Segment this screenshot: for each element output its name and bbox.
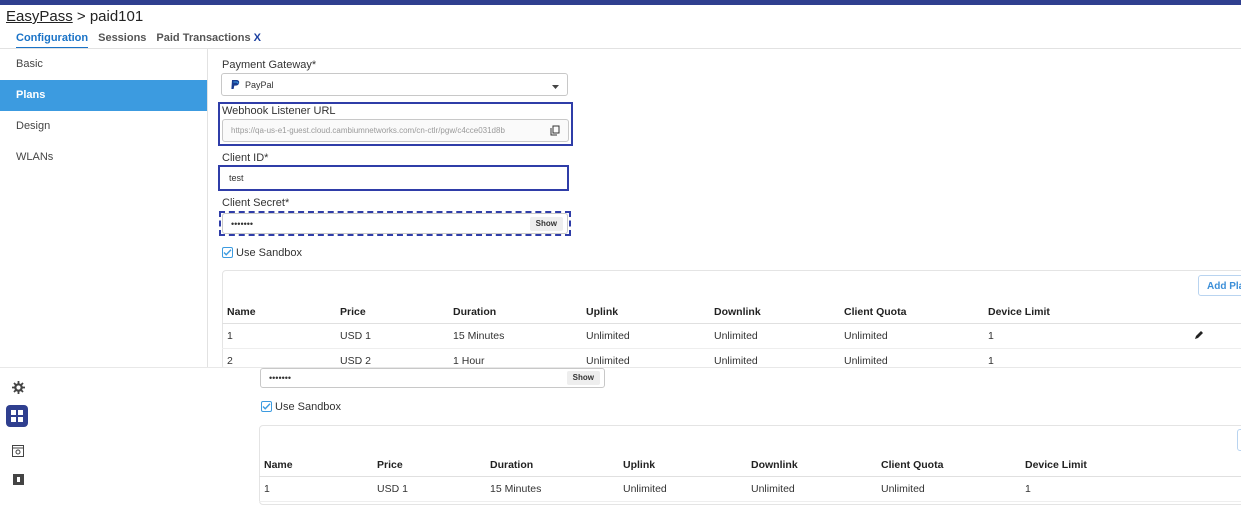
cell-downlink: Unlimited — [709, 323, 839, 349]
sidebar-item-design[interactable]: Design — [0, 111, 207, 142]
table-row: 1 USD 1 15 Minutes Unlimited Unlimited U… — [222, 323, 1241, 349]
use-sandbox-checkbox[interactable]: Use Sandbox — [222, 244, 302, 262]
breadcrumb-current: paid101 — [89, 8, 144, 25]
top-bar — [0, 0, 1241, 5]
checkbox-check-icon — [261, 401, 272, 413]
webhook-url-field[interactable]: https://qa-us-e1-guest.cloud.cambiumnetw… — [222, 119, 569, 142]
show-secret-button[interactable]: Show — [529, 217, 563, 231]
tab-sessions[interactable]: Sessions — [98, 32, 146, 49]
breadcrumb-separator: > — [72, 8, 90, 25]
webhook-url-label: Webhook Listener URL — [222, 105, 336, 117]
col-downlink: Downlink — [709, 301, 839, 324]
edit-icon[interactable] — [1194, 330, 1204, 343]
cell-actions — [1123, 323, 1241, 349]
dashboard-icon[interactable] — [6, 405, 28, 427]
sidebar-item-plans[interactable]: Plans — [0, 80, 207, 111]
tab-bar: Configuration Sessions Paid Transactions… — [16, 32, 261, 49]
square-box-icon[interactable] — [9, 470, 27, 488]
cell-name: 1 — [222, 323, 335, 349]
tab-paid-transactions[interactable]: Paid Transactions X — [156, 32, 261, 49]
client-secret-label: Client Secret* — [222, 197, 290, 209]
col-device-limit: Device Limit — [1020, 454, 1160, 477]
col-device-limit: Device Limit — [983, 301, 1123, 324]
plans-table: Name Price Duration Uplink Downlink Clie… — [222, 301, 1241, 374]
payment-gateway-label: Payment Gateway* — [222, 59, 317, 71]
plans-table-repeat: Name Price Duration Uplink Downlink Clie… — [259, 454, 1241, 502]
table-row: 1 USD 1 15 Minutes Unlimited Unlimited U… — [259, 476, 1241, 502]
use-sandbox-label-repeat: Use Sandbox — [275, 400, 342, 413]
cell-name: 1 — [259, 476, 372, 502]
col-price: Price — [335, 301, 448, 324]
cell-device-limit: 1 — [1020, 476, 1160, 502]
tab-configuration[interactable]: Configuration — [16, 32, 89, 49]
cell-duration: 15 Minutes — [448, 323, 581, 349]
sidebar: Basic Plans Design WLANs — [0, 49, 208, 367]
paypal-icon — [231, 80, 240, 89]
gear-icon[interactable] — [9, 378, 27, 396]
client-id-input[interactable]: test — [221, 167, 566, 189]
scrolled-view-panel: ••••••• Show Use Sandbox Name Price Dura… — [0, 367, 1241, 505]
tab-paid-transactions-label: Paid Transactions — [156, 32, 251, 44]
sidebar-item-wlans[interactable]: WLANs — [0, 142, 207, 173]
cell-duration: 15 Minutes — [485, 476, 618, 502]
add-plan-button[interactable]: Add Plan — [1198, 275, 1241, 296]
camera-box-icon[interactable] — [9, 442, 27, 460]
cell-device-limit: 1 — [983, 323, 1123, 349]
col-name: Name — [259, 454, 372, 477]
breadcrumb: EasyPass > paid101 — [6, 8, 143, 25]
col-uplink: Uplink — [618, 454, 746, 477]
col-actions — [1123, 301, 1241, 324]
col-client-quota: Client Quota — [839, 301, 983, 324]
cell-uplink: Unlimited — [618, 476, 746, 502]
cell-uplink: Unlimited — [581, 323, 709, 349]
checkbox-check-icon — [222, 247, 233, 259]
col-actions — [1160, 454, 1241, 477]
client-secret-input[interactable]: ••••••• Show — [222, 213, 568, 234]
breadcrumb-root-link[interactable]: EasyPass — [6, 8, 73, 25]
sidebar-item-basic[interactable]: Basic — [0, 49, 207, 80]
close-tab-icon[interactable]: X — [254, 32, 261, 44]
col-uplink: Uplink — [581, 301, 709, 324]
col-duration: Duration — [448, 301, 581, 324]
client-id-label: Client ID* — [222, 152, 269, 164]
cell-downlink: Unlimited — [746, 476, 876, 502]
client-secret-input-repeat[interactable]: ••••••• Show — [260, 368, 605, 388]
col-name: Name — [222, 301, 335, 324]
table-header-row: Name Price Duration Uplink Downlink Clie… — [222, 301, 1241, 324]
show-secret-button-repeat[interactable]: Show — [566, 371, 600, 385]
webhook-url-value: https://qa-us-e1-guest.cloud.cambiumnetw… — [231, 126, 505, 135]
cell-client-quota: Unlimited — [839, 323, 983, 349]
use-sandbox-checkbox-repeat[interactable]: Use Sandbox — [261, 398, 341, 416]
chevron-down-icon — [552, 82, 559, 92]
client-secret-value: ••••••• — [231, 218, 254, 229]
client-id-value: test — [229, 173, 244, 183]
payment-gateway-select[interactable]: PayPal — [221, 73, 568, 96]
col-downlink: Downlink — [746, 454, 876, 477]
client-secret-value-repeat: ••••••• — [269, 373, 292, 383]
col-client-quota: Client Quota — [876, 454, 1020, 477]
table-header-row: Name Price Duration Uplink Downlink Clie… — [259, 454, 1241, 477]
copy-icon[interactable] — [550, 125, 560, 138]
col-duration: Duration — [485, 454, 618, 477]
cell-price: USD 1 — [335, 323, 448, 349]
cell-client-quota: Unlimited — [876, 476, 1020, 502]
cell-price: USD 1 — [372, 476, 485, 502]
use-sandbox-label: Use Sandbox — [236, 246, 303, 259]
payment-gateway-value: PayPal — [245, 79, 274, 90]
col-price: Price — [372, 454, 485, 477]
add-plan-button-repeat[interactable] — [1237, 429, 1241, 451]
